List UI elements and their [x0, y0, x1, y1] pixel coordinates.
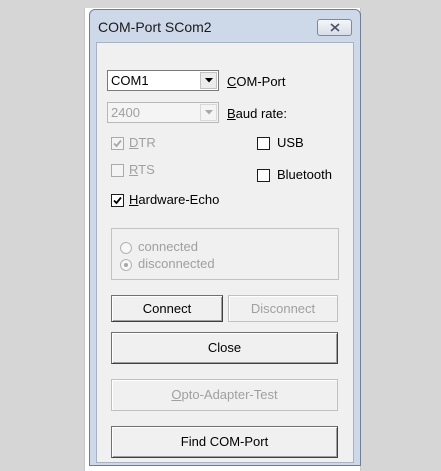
close-icon [330, 23, 340, 32]
dtr-checkbox[interactable] [111, 137, 124, 150]
connect-button[interactable]: Connect [111, 295, 223, 322]
baud-rate-select[interactable]: 2400 [107, 102, 219, 123]
com-port-label: COM-Port [227, 74, 286, 89]
rts-checkbox[interactable] [111, 164, 124, 177]
window-title: COM-Port SCom2 [98, 19, 212, 35]
disconnected-label: disconnected [138, 256, 215, 271]
usb-label: USB [277, 135, 304, 150]
baud-rate-label: Baud rate: [227, 106, 287, 121]
dtr-label: DTR [129, 135, 156, 150]
baud-rate-dropdown-button[interactable] [200, 104, 217, 121]
connected-label: connected [138, 239, 198, 254]
dialog-window: COM-Port SCom2 COM1 COM-Port 2400 Baud r… [89, 9, 361, 466]
close-button[interactable]: Close [111, 332, 338, 364]
chevron-down-icon [205, 110, 213, 115]
rts-label: RTS [129, 162, 155, 177]
connected-radio[interactable] [120, 242, 132, 254]
bluetooth-label: Bluetooth [277, 167, 332, 182]
usb-checkbox[interactable] [257, 137, 270, 150]
com-port-value: COM1 [111, 73, 149, 88]
hardware-echo-checkbox[interactable] [111, 194, 124, 207]
com-port-dropdown-button[interactable] [200, 72, 217, 89]
disconnected-radio[interactable] [120, 259, 132, 271]
close-window-button[interactable] [317, 19, 352, 36]
title-bar[interactable]: COM-Port SCom2 [90, 10, 360, 40]
com-port-select[interactable]: COM1 [107, 70, 219, 91]
opto-adapter-test-button[interactable]: Opto-Adapter-Test [111, 379, 338, 411]
checkmark-icon [113, 196, 122, 205]
checkmark-icon [113, 139, 122, 148]
dialog-client-area: COM1 COM-Port 2400 Baud rate: DTR USB RT… [96, 42, 354, 463]
connection-status-group: connected disconnected [111, 228, 339, 280]
baud-rate-value: 2400 [111, 105, 140, 120]
hardware-echo-label: Hardware-Echo [129, 192, 220, 207]
find-com-port-button[interactable]: Find COM-Port [111, 426, 338, 458]
chevron-down-icon [205, 78, 213, 83]
disconnect-button[interactable]: Disconnect [228, 295, 338, 322]
bluetooth-checkbox[interactable] [257, 169, 270, 182]
